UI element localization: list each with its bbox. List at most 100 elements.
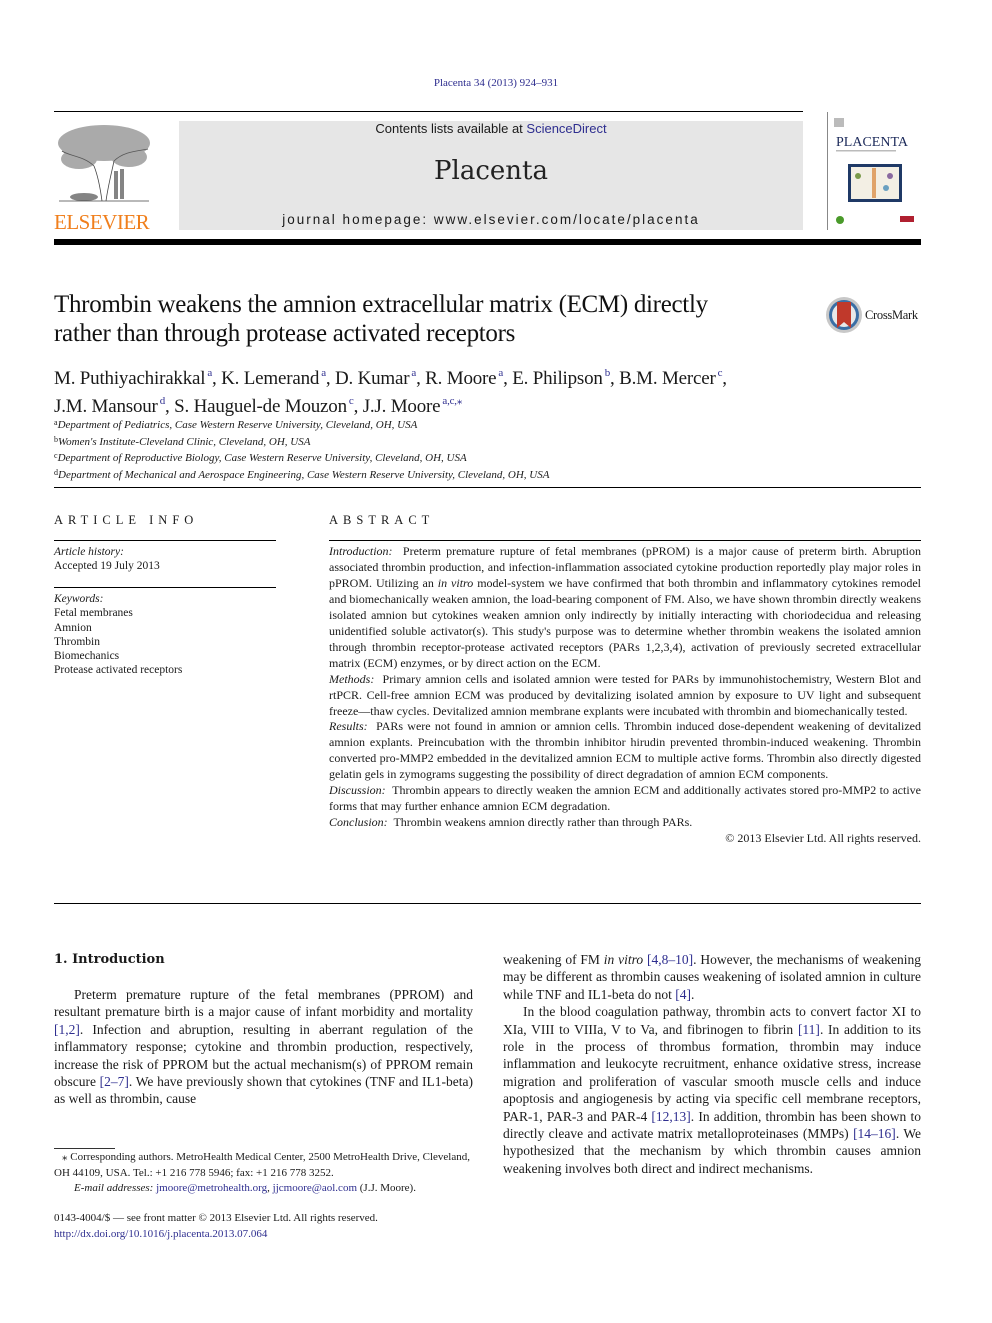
accepted-date: Accepted 19 July 2013 xyxy=(54,560,160,573)
contents-line: Contents lists available at ScienceDirec… xyxy=(179,121,803,136)
author-name: J.J. Moore xyxy=(362,396,441,417)
keyword-item: Thrombin xyxy=(54,635,100,648)
journal-homepage[interactable]: journal homepage: www.elsevier.com/locat… xyxy=(179,212,803,227)
author-affiliation-marker[interactable]: a xyxy=(321,367,326,379)
issn-line: 0143-4004/$ — see front matter © 2013 El… xyxy=(54,1212,378,1224)
keywords-rule xyxy=(54,587,276,588)
crossmark-icon xyxy=(826,297,862,333)
author-affiliation-marker[interactable]: b xyxy=(605,367,611,379)
authors-line-1: M. Puthiyachirakkal a, K. Lemerand a, D. K… xyxy=(54,367,727,389)
author-name: M. Puthiyachirakkal xyxy=(54,368,206,389)
reference-link[interactable]: [11] xyxy=(798,1022,820,1037)
history-label: Article history: xyxy=(54,546,124,558)
keyword-item: Fetal membranes xyxy=(54,607,133,620)
abstract-body: Introduction: Preterm premature rupture … xyxy=(329,544,921,847)
author-affiliation-marker[interactable]: a xyxy=(498,367,503,379)
intro-paragraph-1-continued: weakening of FM in vitro [4,8–10]. Howev… xyxy=(503,952,922,1002)
elsevier-tree-logo xyxy=(54,121,154,209)
journal-cover-thumbnail[interactable]: PLACENTA xyxy=(827,112,921,230)
body-right-column: weakening of FM in vitro [4,8–10]. Howev… xyxy=(503,951,921,1177)
author-name: D. Kumar xyxy=(334,368,410,389)
body-left-column: Preterm premature rupture of the fetal m… xyxy=(54,986,473,1108)
journal-name: Placenta xyxy=(434,156,548,186)
corresponding-author-note: ⁎ Corresponding authors. MetroHealth Med… xyxy=(54,1151,470,1179)
doi-link[interactable]: http://dx.doi.org/10.1016/j.placenta.201… xyxy=(54,1227,474,1243)
email-link-1[interactable]: jmoore@metrohealth.org xyxy=(156,1182,267,1194)
intro-paragraph-1: Preterm premature rupture of the fetal m… xyxy=(54,987,473,1107)
author-affiliation-marker[interactable]: d xyxy=(160,395,166,407)
header-top-rule xyxy=(54,111,803,112)
italic-text: in vitro xyxy=(603,952,644,967)
keywords-label: Keywords: xyxy=(54,593,104,605)
email-line: E-mail addresses: jmoore@metrohealth.org… xyxy=(74,1182,416,1194)
article-info-heading: ARTICLE INFO xyxy=(54,513,199,527)
abstract-section-label: Conclusion: xyxy=(329,815,388,830)
affiliation-item: cDepartment of Reproductive Biology, Cas… xyxy=(54,449,754,466)
abstract-copyright: © 2013 Elsevier Ltd. All rights reserved… xyxy=(725,831,921,846)
front-matter: 0143-4004/$ — see front matter © 2013 El… xyxy=(54,1211,474,1242)
info-top-rule xyxy=(54,487,921,488)
abstract-section: Conclusion: Thrombin weakens amnion dire… xyxy=(329,815,693,830)
author-affiliation-marker[interactable]: a xyxy=(411,367,416,379)
journal-citation[interactable]: Placenta 34 (2013) 924–931 xyxy=(0,77,992,89)
abstract-section: Methods: Primary amnion cells and isolat… xyxy=(329,671,921,718)
author-list: M. Puthiyachirakkal a, K. Lemerand a, D. K… xyxy=(54,362,834,418)
abstract-section-label: Introduction: xyxy=(329,544,393,558)
affiliation-item: aDepartment of Pediatrics, Case Western … xyxy=(54,416,754,433)
keyword-item: Amnion xyxy=(54,621,92,634)
email-link-2[interactable]: jjcmoore@aol.com xyxy=(273,1182,357,1194)
authors-line-2: J.M. Mansour d, S. Hauguel-de Mouzon c, J.… xyxy=(54,395,463,417)
reference-link[interactable]: [14–16] xyxy=(853,1126,896,1141)
reference-link[interactable]: [1,2] xyxy=(54,1022,80,1037)
author-affiliation-marker[interactable]: c xyxy=(718,367,723,379)
author-name: S. Hauguel-de Mouzon xyxy=(174,396,347,417)
crossmark-button[interactable]: CrossMark xyxy=(825,296,925,336)
article-info-rule xyxy=(54,540,276,541)
abstract-section-label: Methods: xyxy=(329,671,375,686)
author-affiliation-marker[interactable]: c xyxy=(349,395,354,407)
author-name: R. Moore xyxy=(425,368,497,389)
keyword-item: Protease activated receptors xyxy=(54,664,183,677)
abstract-section: Results: PARs were not found in amnion o… xyxy=(329,719,921,782)
reference-link[interactable]: [12,13] xyxy=(651,1109,690,1124)
title-line-1: Thrombin weakens the amnion extracellula… xyxy=(54,291,708,318)
email-label: E-mail addresses: xyxy=(74,1182,154,1194)
reference-link[interactable]: [2–7] xyxy=(100,1074,129,1089)
abstract-section-label: Discussion: xyxy=(329,783,386,798)
author-name: B.M. Mercer xyxy=(619,368,716,389)
abstract-section-label: Results: xyxy=(329,719,368,734)
author-affiliation-marker[interactable]: a xyxy=(207,367,212,379)
abstract-section: Introduction: Preterm premature rupture … xyxy=(329,544,921,670)
affiliation-item: bWomen's Institute-Cleveland Clinic, Cle… xyxy=(54,433,754,450)
abstract-bottom-rule xyxy=(54,903,921,904)
footnote-rule xyxy=(54,1148,115,1149)
keywords-block: Keywords: Fetal membranes Amnion Thrombin B… xyxy=(54,592,276,678)
section-heading-introduction: 1. Introduction xyxy=(54,952,165,967)
elsevier-wordmark: ELSEVIER xyxy=(54,210,150,234)
contents-prefix: Contents lists available at xyxy=(375,121,527,136)
cover-title: PLACENTA xyxy=(836,135,909,150)
article-title: Thrombin weakens the amnion extracellula… xyxy=(54,290,804,348)
abstract-italic: in vitro xyxy=(437,575,474,590)
reference-link[interactable]: [4] xyxy=(675,987,691,1002)
email-owner: (J.J. Moore). xyxy=(359,1182,416,1194)
abstract-rule xyxy=(329,540,921,541)
author-name: E. Philipson xyxy=(512,368,603,389)
affiliation-text: Department of Mechanical and Aerospace E… xyxy=(58,468,550,481)
crossmark-label: CrossMark xyxy=(865,308,918,322)
abstract-section: Discussion: Thrombin appears to directly… xyxy=(329,783,921,814)
article-history: Article history: Accepted 19 July 2013 xyxy=(54,545,276,574)
author-name: K. Lemerand xyxy=(221,368,320,389)
affiliation-text: Women's Institute-Cleveland Clinic, Clev… xyxy=(58,435,311,448)
author-name: J.M. Mansour xyxy=(54,396,158,417)
abstract-heading: ABSTRACT xyxy=(329,513,435,527)
author-affiliation-marker[interactable]: a,c,⁎ xyxy=(442,395,462,407)
reference-link[interactable]: [4,8–10] xyxy=(647,952,693,967)
affiliation-item: dDepartment of Mechanical and Aerospace … xyxy=(54,466,754,483)
affiliation-text: Department of Reproductive Biology, Case… xyxy=(57,452,467,464)
header-bottom-rule xyxy=(54,239,921,245)
affiliation-text: Department of Pediatrics, Case Western R… xyxy=(57,419,418,431)
keywords-list: Fetal membranes Amnion Thrombin Biomechanic… xyxy=(54,606,276,677)
sciencedirect-link[interactable]: ScienceDirect xyxy=(526,121,606,136)
footnotes: ⁎ Corresponding authors. MetroHealth Med… xyxy=(54,1150,474,1197)
